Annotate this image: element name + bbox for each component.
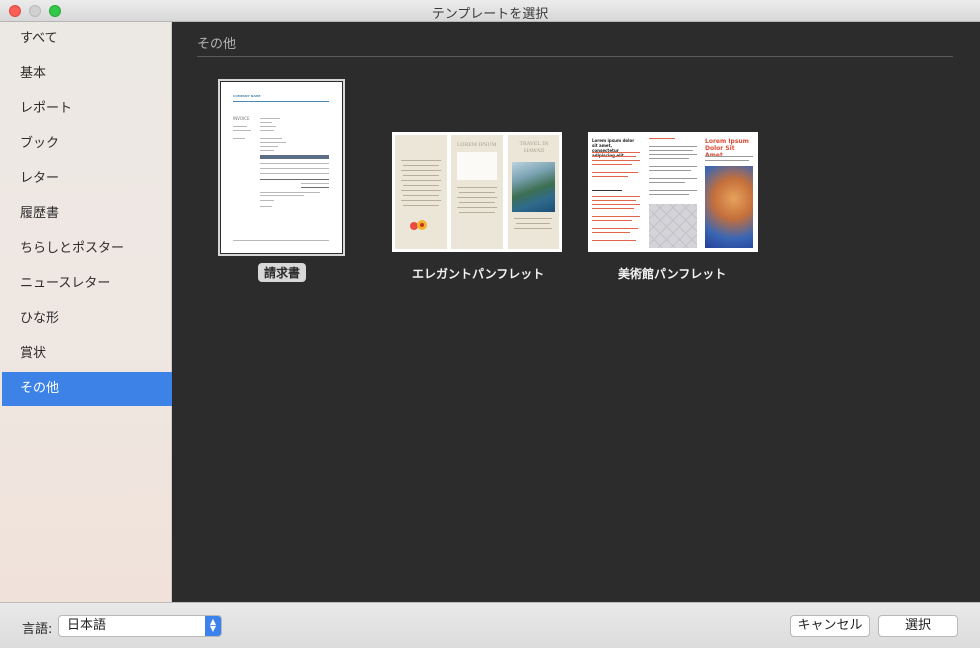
language-label: 言語:: [22, 622, 53, 637]
sidebar-item-other[interactable]: その他: [2, 372, 172, 406]
sidebar-item-book[interactable]: ブック: [2, 127, 172, 161]
museum-heading-1: Lorem ipsum dolor sit amet, consectetur …: [592, 138, 635, 158]
sidebar-item-newsletter[interactable]: ニュースレター: [2, 267, 172, 301]
language-select[interactable]: 日本語 ▲ ▼: [58, 615, 222, 637]
invoice-thumbnail[interactable]: COMPANY NAME INVOICE: [218, 79, 345, 256]
title-bar: テンプレートを選択: [0, 0, 980, 22]
template-label-invoice: 請求書: [258, 263, 307, 282]
chevron-up-down-icon: ▲ ▼: [205, 616, 221, 636]
sidebar-item-letter[interactable]: レター: [2, 162, 172, 196]
sidebar-item-all[interactable]: すべて: [2, 22, 172, 56]
template-gallery: その他 COMPANY NAME INVOICE 請求書 LOREM IPSUM…: [173, 22, 980, 602]
template-chooser-window: テンプレートを選択 すべて 基本 レポート ブック レター 履歴書 ちらしとポス…: [0, 0, 980, 648]
sidebar-item-flyers[interactable]: ちらしとポスター: [2, 232, 172, 266]
elegant-panel-title: LOREM IPSUM: [457, 142, 497, 148]
invoice-brand: COMPANY NAME: [233, 94, 261, 98]
sidebar-item-resume[interactable]: 履歴書: [2, 197, 172, 231]
template-label-elegant: エレガントパンフレット: [412, 267, 545, 281]
invoice-heading: INVOICE: [233, 116, 250, 121]
section-divider: [197, 56, 953, 57]
template-label-museum: 美術館パンフレット: [618, 267, 727, 281]
select-button[interactable]: 選択: [878, 615, 958, 637]
elegant-cover-title: TRAVEL IN HAWAII: [519, 141, 549, 154]
elegant-brochure-thumbnail[interactable]: LOREM IPSUM TRAVEL IN HAWAII: [392, 132, 562, 252]
sidebar-item-basic[interactable]: 基本: [2, 57, 172, 91]
template-museum-brochure[interactable]: Lorem ipsum dolor sit amet, consectetur …: [588, 132, 760, 282]
template-invoice[interactable]: COMPANY NAME INVOICE 請求書: [218, 79, 345, 284]
category-sidebar: すべて 基本 レポート ブック レター 履歴書 ちらしとポスター ニュースレター…: [0, 22, 172, 602]
language-value: 日本語: [67, 618, 107, 633]
sidebar-item-certificate[interactable]: 賞状: [2, 337, 172, 371]
cancel-button[interactable]: キャンセル: [790, 615, 870, 637]
sidebar-item-stationery[interactable]: ひな形: [2, 302, 172, 336]
section-title: その他: [197, 37, 237, 52]
window-title: テンプレートを選択: [431, 7, 549, 22]
template-elegant-brochure[interactable]: LOREM IPSUM TRAVEL IN HAWAII エレガントパンフレット: [392, 132, 564, 282]
sidebar-item-report[interactable]: レポート: [2, 92, 172, 126]
bottom-bar: 言語: 日本語 ▲ ▼ キャンセル 選択: [0, 602, 980, 648]
museum-brochure-thumbnail[interactable]: Lorem ipsum dolor sit amet, consectetur …: [588, 132, 758, 252]
